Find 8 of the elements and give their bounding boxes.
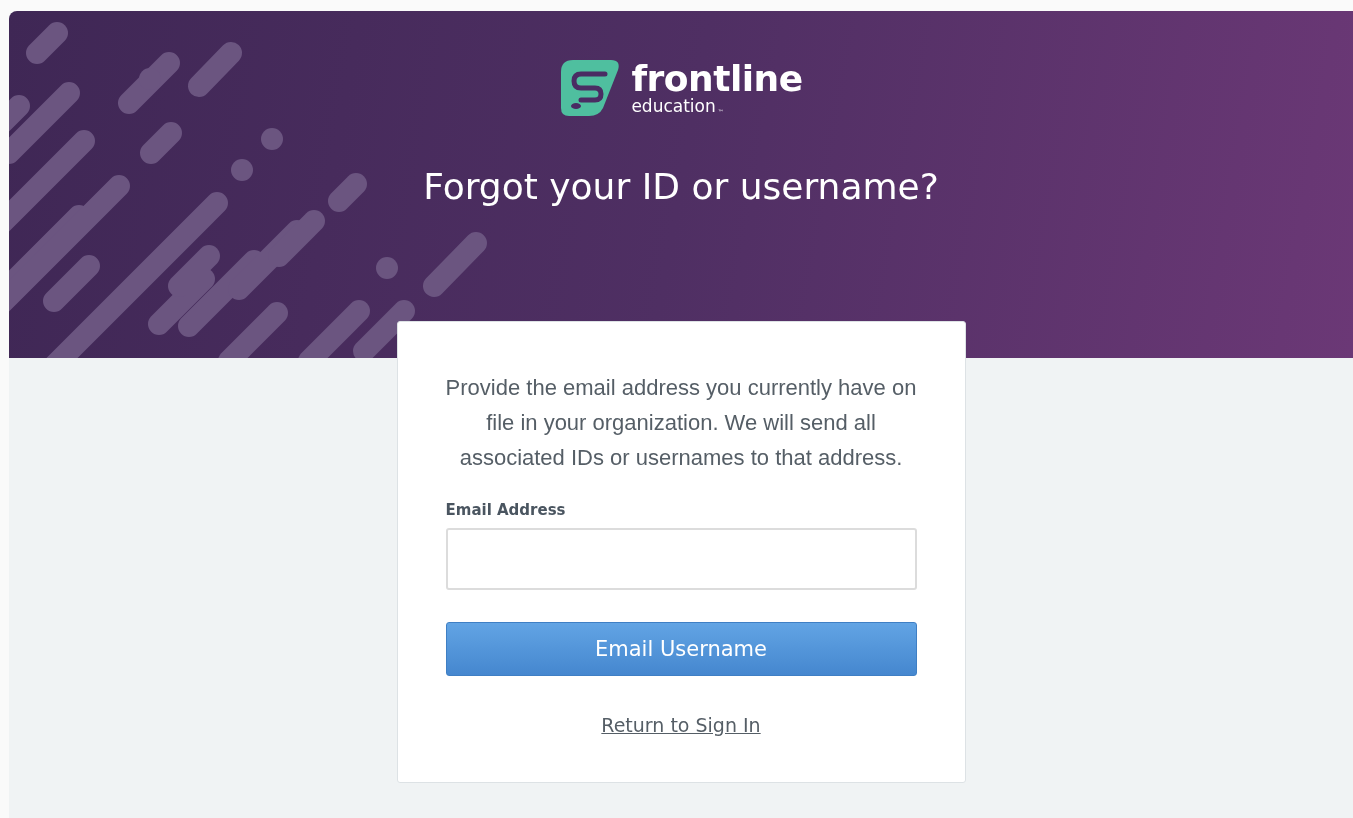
logo-icon <box>559 58 622 118</box>
return-to-sign-in-link[interactable]: Return to Sign In <box>601 714 761 736</box>
instructions-text: Provide the email address you currently have on file in your organization. We will send all associated IDs or usernames to that address. <box>445 374 917 472</box>
email-field[interactable] <box>445 528 917 590</box>
logo-tagline: education <box>631 97 716 115</box>
field-label: Email Address <box>445 501 567 519</box>
logo-wordmark: frontline <box>631 61 803 97</box>
page-title: Forgot your ID or username? <box>423 166 939 207</box>
